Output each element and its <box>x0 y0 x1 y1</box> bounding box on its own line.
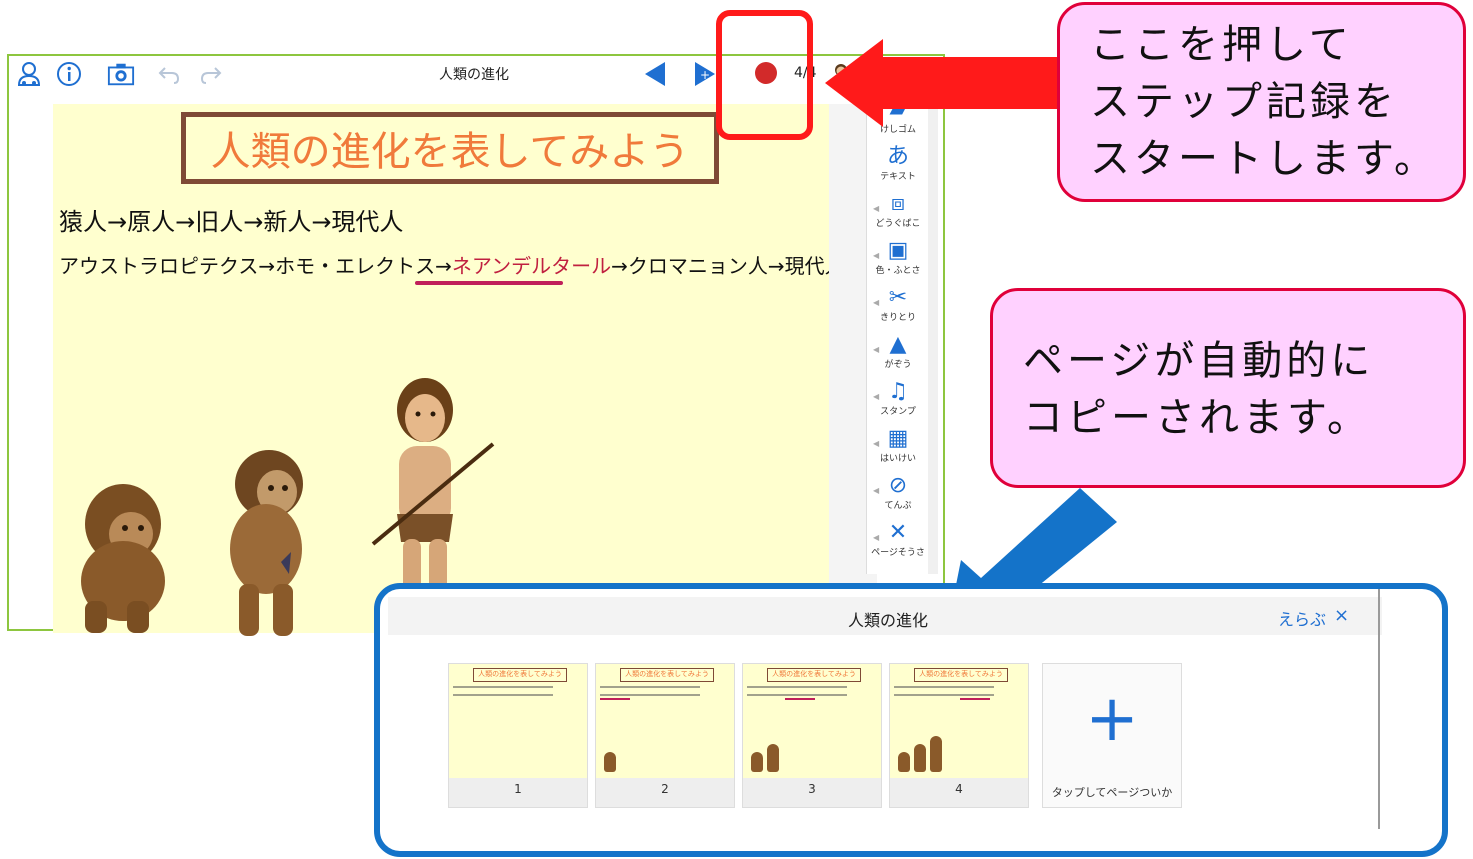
camera-icon[interactable] <box>107 60 135 88</box>
app-title: 人類の進化 <box>439 67 509 83</box>
undo-icon[interactable] <box>155 60 183 88</box>
panel-header: 人類の進化 えらぶ × <box>388 597 1382 635</box>
next-page-icon[interactable]: + <box>691 60 719 88</box>
page-number: 4 <box>955 782 963 796</box>
expand-arrow-icon: ◀ <box>873 439 880 448</box>
thumbnail-text-line <box>453 694 553 696</box>
tool-stamp[interactable]: ◀ ♫ スタンプ <box>867 376 929 423</box>
thumbnail-preview: 人類の進化を表してみよう <box>449 664 587 778</box>
tool-label: がぞう <box>884 360 912 370</box>
page-thumbnail[interactable]: 人類の進化を表してみよう 1 <box>448 663 588 808</box>
tool-paperclip[interactable]: ◀ ⊘ てんぷ <box>867 470 929 517</box>
panel-divider <box>1378 589 1380 829</box>
expand-arrow-icon: ◀ <box>873 533 880 542</box>
page-thumbnail[interactable]: 人類の進化を表してみよう 4 <box>889 663 1029 808</box>
thumbnail-underline <box>600 698 630 700</box>
thumbnail-figure <box>751 752 763 772</box>
page-number: 3 <box>808 782 816 796</box>
page-number: 2 <box>661 782 669 796</box>
expand-arrow-icon: ◀ <box>873 251 880 260</box>
thumbnail-preview: 人類の進化を表してみよう <box>743 664 881 778</box>
expand-arrow-icon: ◀ <box>873 204 880 213</box>
red-arrow <box>825 39 1065 127</box>
tool-color-width[interactable]: ◀ ▣ 色・ふとさ <box>867 235 929 282</box>
tool-label: てんぷ <box>884 501 912 511</box>
red-underline <box>415 281 563 285</box>
svg-text:+: + <box>700 68 710 82</box>
thumbnail-text-line <box>453 686 553 688</box>
add-page-button[interactable]: + タップしてページついか <box>1042 663 1182 808</box>
line2-highlight: ネアンデルタール <box>451 254 612 278</box>
thumbnail-preview: 人類の進化を表してみよう <box>596 664 734 778</box>
user-icon[interactable] <box>15 60 43 88</box>
thumbnail-title: 人類の進化を表してみよう <box>767 668 861 682</box>
thumbnail-text-line <box>747 686 847 688</box>
thumbnail-underline <box>785 698 815 700</box>
thumbnail-text-line <box>894 686 994 688</box>
info-icon[interactable] <box>55 60 83 88</box>
text-icon: あ <box>886 144 909 169</box>
callout-start-recording: ここを押して ステップ記録を スタートします。 <box>1057 2 1466 202</box>
redo-icon[interactable] <box>197 60 225 88</box>
thumbnail-text-line <box>894 694 994 696</box>
tool-label: テキスト <box>880 172 916 182</box>
side-tool-panel: ▰ けしゴムあテキスト ◀ ⧈ どうぐばこ ◀ ▣ 色・ふとさ ◀ ✂ きりとり ◀ ▲ がぞう ◀ ♫ スタン… <box>866 94 929 574</box>
tool-image[interactable]: ◀ ▲ がぞう <box>867 329 929 376</box>
thumbnail-text-line <box>600 694 700 696</box>
highlight-frame <box>716 10 813 140</box>
page-thumbnails: 人類の進化を表してみよう 1 人類の進化を表してみよう 2 人類の進化を表してみよう 3 人… <box>388 639 1378 839</box>
expand-arrow-icon: ◀ <box>873 298 880 307</box>
tool-label: どうぐばこ <box>875 219 921 229</box>
thumbnail-text-line <box>747 694 847 696</box>
line2-pre: アウストラロピテクス→ホモ・エレクトス→ <box>59 254 452 278</box>
thumbnail-preview: 人類の進化を表してみよう <box>890 664 1028 778</box>
tool-scissors[interactable]: ◀ ✂ きりとり <box>867 282 929 329</box>
thumbnail-title: 人類の進化を表してみよう <box>620 668 714 682</box>
line2-post: →クロマニョン人→現代人 <box>611 254 845 278</box>
thumbnail-underline <box>960 698 990 700</box>
expand-arrow-icon: ◀ <box>873 392 880 401</box>
thumbnail-figure <box>898 752 910 772</box>
tool-label: ページそうさ <box>871 548 925 558</box>
app-window: 人類の進化 + 4/4 人類の進化を表してみよう 猿人→原人→旧人→新人→現代人… <box>7 54 945 636</box>
expand-arrow-icon: ◀ <box>873 345 880 354</box>
tool-page-tools[interactable]: ◀ ✕ ページそうさ <box>867 517 929 564</box>
plus-icon: + <box>1085 682 1139 756</box>
callout-start-text: ここを押して ステップ記録を スタートします。 <box>1090 22 1438 182</box>
thumbnail-figure <box>604 752 616 772</box>
tool-text[interactable]: あテキスト <box>867 141 929 188</box>
page-thumbnail[interactable]: 人類の進化を表してみよう 2 <box>595 663 735 808</box>
select-button[interactable]: えらぶ <box>1278 606 1326 630</box>
page-number: 1 <box>514 782 522 796</box>
tool-background[interactable]: ◀ ▦ はいけい <box>867 423 929 470</box>
thumbnail-title: 人類の進化を表してみよう <box>473 668 567 682</box>
callout-page-copy: ページが自動的に コピーされます。 <box>990 288 1466 488</box>
page-list-panel: 人類の進化 えらぶ × 人類の進化を表してみよう 1 人類の進化を表してみよう 2 人類… <box>374 583 1448 857</box>
close-icon[interactable]: × <box>1334 605 1349 626</box>
canvas-line-1: 猿人→原人→旧人→新人→現代人 <box>59 208 404 236</box>
tool-label: 色・ふとさ <box>875 266 921 276</box>
canvas-line-2: アウストラロピテクス→ホモ・エレクトス→ネアンデルタール→クロマニョン人→現代人 <box>59 250 845 279</box>
tool-label: はいけい <box>879 454 916 464</box>
callout-copy-text: ページが自動的に コピーされます。 <box>1023 338 1375 441</box>
thumbnail-title: 人類の進化を表してみよう <box>914 668 1008 682</box>
ape-figure <box>81 484 165 633</box>
add-page-label: タップしてページついか <box>1051 786 1173 799</box>
expand-arrow-icon: ◀ <box>873 486 880 495</box>
drawing-canvas[interactable]: 人類の進化を表してみよう 猿人→原人→旧人→新人→現代人 アウストラロピテクス→… <box>53 104 845 636</box>
canvas-title-box: 人類の進化を表してみよう <box>181 112 719 184</box>
prev-page-icon[interactable] <box>641 60 669 88</box>
thumbnail-figure <box>914 744 926 772</box>
thumbnail-figure <box>767 744 779 772</box>
thumbnail-text-line <box>600 686 700 688</box>
tool-label: きりとり <box>879 313 916 323</box>
tool-toolbox[interactable]: ◀ ⧈ どうぐばこ <box>867 188 929 235</box>
early-human-figure <box>230 450 303 636</box>
canvas-title: 人類の進化を表してみよう <box>210 129 690 175</box>
tool-label: スタンプ <box>880 407 916 417</box>
page-thumbnail[interactable]: 人類の進化を表してみよう 3 <box>742 663 882 808</box>
thumbnail-figure <box>930 736 942 772</box>
panel-title: 人類の進化 <box>847 611 928 630</box>
